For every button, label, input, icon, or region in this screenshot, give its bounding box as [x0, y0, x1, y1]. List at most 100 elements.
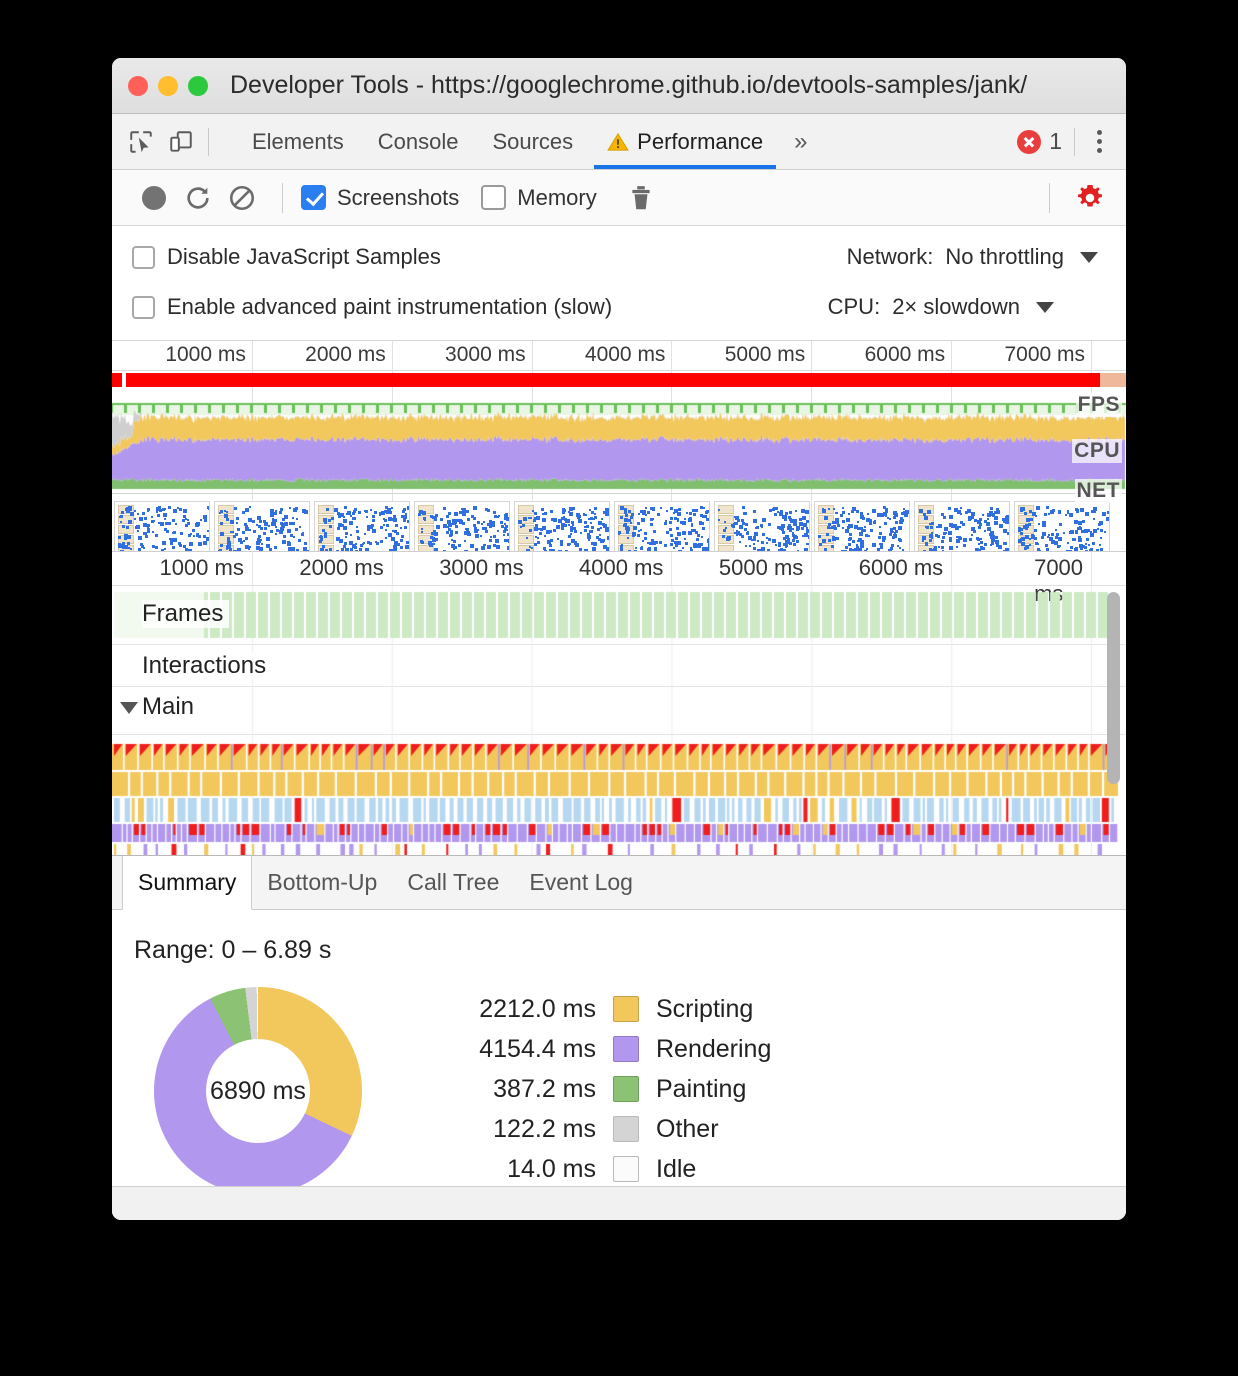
- disable-js-samples-box: [132, 246, 155, 269]
- filmstrip-frame[interactable]: [414, 501, 510, 551]
- filmstrip-frame[interactable]: [514, 501, 610, 551]
- overview-tick-label: 3000 ms: [445, 343, 532, 367]
- legend-label: Painting: [656, 1075, 746, 1104]
- disable-js-samples-checkbox[interactable]: Disable JavaScript Samples: [132, 244, 441, 270]
- advanced-paint-label: Enable advanced paint instrumentation (s…: [167, 294, 612, 320]
- filmstrip-frame[interactable]: [214, 501, 310, 551]
- flame-chart-ruler: 1000 ms2000 ms3000 ms4000 ms5000 ms6000 …: [112, 552, 1126, 586]
- maximize-window-button[interactable]: [188, 76, 208, 96]
- minimize-window-button[interactable]: [158, 76, 178, 96]
- legend-row[interactable]: 4154.4 msRendering: [436, 1029, 771, 1069]
- flame-gridline: [671, 552, 672, 585]
- drawer-tab-bottom-up[interactable]: Bottom-Up: [252, 856, 392, 909]
- cpu-throttling-control[interactable]: CPU: 2× slowdown: [828, 294, 1126, 320]
- main-collapse-triangle-icon[interactable]: [120, 702, 138, 714]
- overview-tracks[interactable]: FPS CPU NET: [112, 371, 1126, 551]
- screenshots-label: Screenshots: [337, 185, 459, 211]
- legend-value: 14.0 ms: [436, 1155, 596, 1184]
- drawer-tab-call-tree[interactable]: Call Tree: [392, 856, 514, 909]
- overview-ruler: 1000 ms2000 ms3000 ms4000 ms5000 ms6000 …: [112, 341, 1126, 371]
- flame-chart-pane[interactable]: 1000 ms2000 ms3000 ms4000 ms5000 ms6000 …: [112, 552, 1126, 855]
- filmstrip-frame[interactable]: [314, 501, 410, 551]
- legend-value: 122.2 ms: [436, 1115, 596, 1144]
- flame-chart-scrollbar[interactable]: [1107, 592, 1120, 784]
- screenshots-checkbox-box: [301, 185, 326, 210]
- tab-elements[interactable]: Elements: [235, 114, 361, 169]
- drawer-tab-event-log-label: Event Log: [529, 869, 633, 896]
- window-footer: [112, 1186, 1126, 1220]
- filmstrip-frame[interactable]: [714, 501, 810, 551]
- more-tabs-button[interactable]: »: [780, 128, 819, 156]
- chevron-down-icon-cpu: [1036, 302, 1054, 313]
- flame-tick-label: 3000 ms: [439, 555, 531, 581]
- summary-range-label: Range: 0 – 6.89 s: [112, 910, 1126, 965]
- capture-settings-button[interactable]: [1068, 178, 1112, 218]
- filmstrip-frame[interactable]: [614, 501, 710, 551]
- drawer-tab-bottom-up-label: Bottom-Up: [267, 869, 377, 896]
- drawer-tab-event-log[interactable]: Event Log: [514, 856, 648, 909]
- tabstrip-right-controls: 1: [1017, 128, 1126, 156]
- window-traffic-lights[interactable]: [128, 76, 208, 96]
- kebab-menu-icon[interactable]: [1087, 130, 1112, 153]
- devtools-window: Developer Tools - https://googlechrome.g…: [112, 58, 1126, 1220]
- details-drawer: Summary Bottom-Up Call Tree Event Log Ra…: [112, 855, 1126, 1192]
- close-window-button[interactable]: [128, 76, 148, 96]
- network-value: No throttling: [945, 244, 1064, 270]
- filmstrip-frame[interactable]: [1014, 501, 1110, 551]
- legend-row[interactable]: 14.0 msIdle: [436, 1149, 771, 1189]
- overview-tick-label: 4000 ms: [585, 343, 672, 367]
- cpu-label: CPU:: [828, 294, 881, 320]
- flame-chart-body[interactable]: Frames Interactions Main: [112, 586, 1126, 855]
- screenshots-checkbox[interactable]: Screenshots: [301, 185, 459, 211]
- devtools-tabstrip: Elements Console Sources: [112, 114, 1126, 170]
- error-count-badge[interactable]: 1: [1017, 128, 1062, 155]
- network-throttling-control[interactable]: Network: No throttling: [847, 244, 1126, 270]
- tab-sources[interactable]: Sources: [475, 114, 590, 169]
- record-circle-icon: [142, 186, 166, 210]
- legend-swatch: [613, 996, 639, 1022]
- device-toggle-icon[interactable]: [168, 129, 194, 155]
- drawer-tab-summary[interactable]: Summary: [122, 856, 252, 910]
- panel-tabs: Elements Console Sources: [235, 114, 819, 169]
- flame-tick-label: 4000 ms: [579, 555, 671, 581]
- record-button[interactable]: [132, 178, 176, 218]
- toolbar-divider-2: [1049, 183, 1050, 213]
- performance-record-toolbar: Screenshots Memory: [112, 170, 1126, 226]
- advanced-paint-checkbox[interactable]: Enable advanced paint instrumentation (s…: [132, 294, 612, 320]
- error-icon: [1017, 130, 1041, 154]
- flame-tick-label: 5000 ms: [719, 555, 811, 581]
- clear-recording-button[interactable]: [220, 178, 264, 218]
- capture-settings-pane: Disable JavaScript Samples Network: No t…: [112, 226, 1126, 341]
- capture-settings-row-1: Disable JavaScript Samples Network: No t…: [112, 232, 1126, 282]
- screenshot-filmstrip[interactable]: [112, 499, 1126, 551]
- timeline-overview[interactable]: 1000 ms2000 ms3000 ms4000 ms5000 ms6000 …: [112, 341, 1126, 552]
- overview-tick-label: 1000 ms: [165, 343, 252, 367]
- drawer-tab-call-tree-label: Call Tree: [407, 869, 499, 896]
- legend-row[interactable]: 387.2 msPainting: [436, 1069, 771, 1109]
- cpu-value: 2× slowdown: [892, 294, 1020, 320]
- flame-gridline: [951, 552, 952, 585]
- track-row-interactions[interactable]: Interactions: [142, 652, 272, 680]
- legend-row[interactable]: 2212.0 msScripting: [436, 989, 771, 1029]
- tab-sources-label: Sources: [492, 129, 573, 155]
- tab-performance[interactable]: Performance: [590, 114, 780, 169]
- track-row-main[interactable]: Main: [142, 693, 200, 721]
- collect-garbage-button[interactable]: [619, 178, 663, 218]
- inspect-cursor-icon[interactable]: [128, 129, 154, 155]
- drawer-tab-summary-label: Summary: [138, 869, 236, 896]
- overview-tick-label: 6000 ms: [865, 343, 952, 367]
- filmstrip-frame[interactable]: [914, 501, 1010, 551]
- tab-console[interactable]: Console: [361, 114, 476, 169]
- reload-and-record-button[interactable]: [176, 178, 220, 218]
- legend-row[interactable]: 122.2 msOther: [436, 1109, 771, 1149]
- memory-checkbox[interactable]: Memory: [481, 185, 596, 211]
- donut-hole: 6890 ms: [206, 1039, 310, 1143]
- flame-gridline: [392, 552, 393, 585]
- filmstrip-frame[interactable]: [814, 501, 910, 551]
- activity-donut-chart[interactable]: 6890 ms: [154, 987, 384, 1192]
- legend-swatch: [613, 1076, 639, 1102]
- memory-label: Memory: [517, 185, 596, 211]
- filmstrip-frame[interactable]: [114, 501, 210, 551]
- legend-label: Scripting: [656, 995, 753, 1024]
- track-row-frames[interactable]: Frames: [142, 600, 229, 628]
